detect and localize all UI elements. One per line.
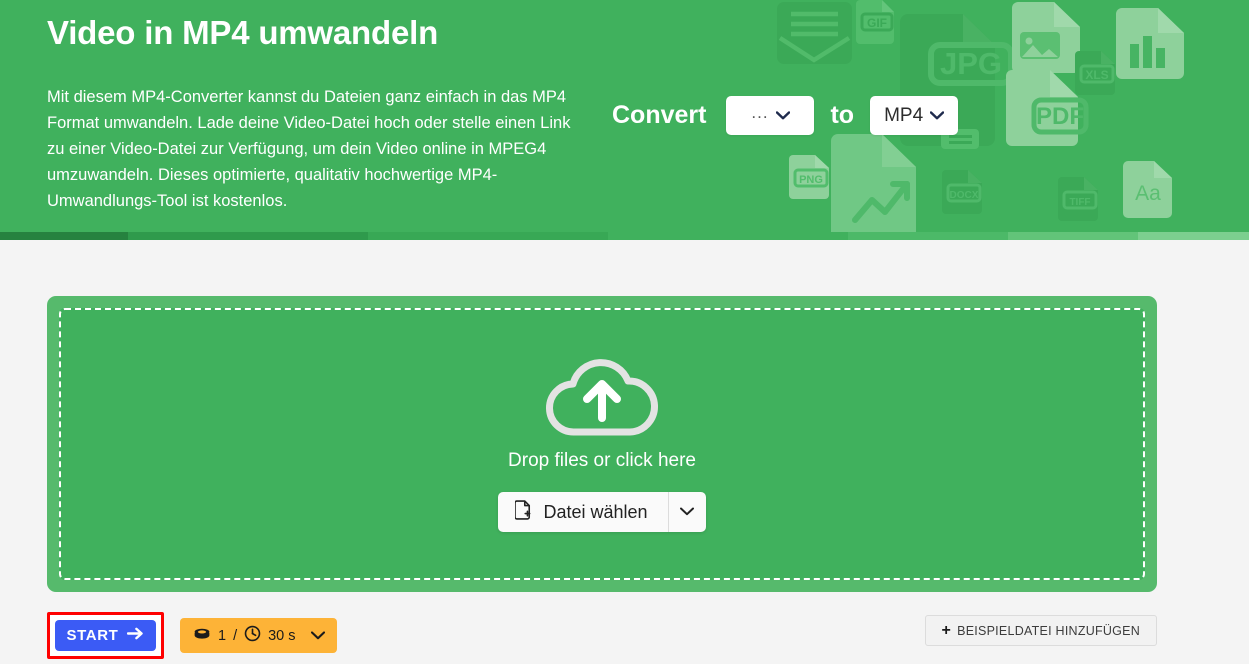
choose-file-main[interactable]: Datei wählen	[498, 492, 667, 532]
hero-banner: JPG GIF XLS PDF PNG DOCX TIFF Aa Video i…	[0, 0, 1249, 240]
clock-icon	[244, 625, 261, 646]
convert-label: Convert	[612, 101, 707, 129]
coin-icon	[193, 627, 211, 645]
target-format-value: MP4	[884, 105, 924, 126]
file-drop-area[interactable]: Drop files or click here Datei wählen	[59, 308, 1145, 580]
choose-file-dropdown-toggle[interactable]	[667, 492, 706, 532]
credits-count: 1	[218, 627, 227, 644]
chevron-down-icon	[930, 111, 945, 120]
arrow-right-icon	[127, 627, 144, 644]
file-drop-panel[interactable]: Drop files or click here Datei wählen	[47, 296, 1157, 592]
chevron-down-icon	[310, 628, 325, 644]
drop-prompt-text: Drop files or click here	[508, 450, 696, 471]
add-sample-file-label: BEISPIELDATEI HINZUFÜGEN	[957, 623, 1140, 638]
add-sample-file-button[interactable]: + BEISPIELDATEI HINZUFÜGEN	[924, 615, 1157, 646]
page-description: Mit diesem MP4-Converter kannst du Datei…	[47, 88, 571, 210]
file-add-icon	[514, 499, 531, 525]
chevron-down-icon	[775, 111, 790, 120]
action-bar: START 1 / 30 s + BEISPIELDATEI HINZUFÜGE…	[0, 606, 1249, 664]
main-content: Drop files or click here Datei wählen ST…	[0, 240, 1249, 664]
start-button[interactable]: START	[55, 620, 156, 651]
choose-file-button[interactable]: Datei wählen	[498, 492, 706, 532]
choose-file-label: Datei wählen	[543, 501, 648, 522]
cloud-upload-icon	[543, 356, 661, 440]
source-format-select[interactable]: ...	[726, 96, 815, 135]
credits-indicator[interactable]: 1 / 30 s	[180, 618, 337, 653]
credits-duration: 30 s	[268, 627, 296, 644]
to-label: to	[830, 101, 855, 129]
converter-controls: Convert ... to MP4	[612, 96, 959, 135]
source-format-value: ...	[751, 103, 769, 122]
hero-bottom-stripe	[0, 232, 1249, 240]
chevron-down-icon	[680, 503, 695, 521]
target-format-select[interactable]: MP4	[870, 96, 959, 135]
credits-separator: /	[233, 627, 238, 644]
page-title: Video in MP4 umwandeln	[47, 14, 439, 51]
plus-icon: +	[941, 621, 952, 639]
start-button-label: START	[66, 627, 119, 644]
